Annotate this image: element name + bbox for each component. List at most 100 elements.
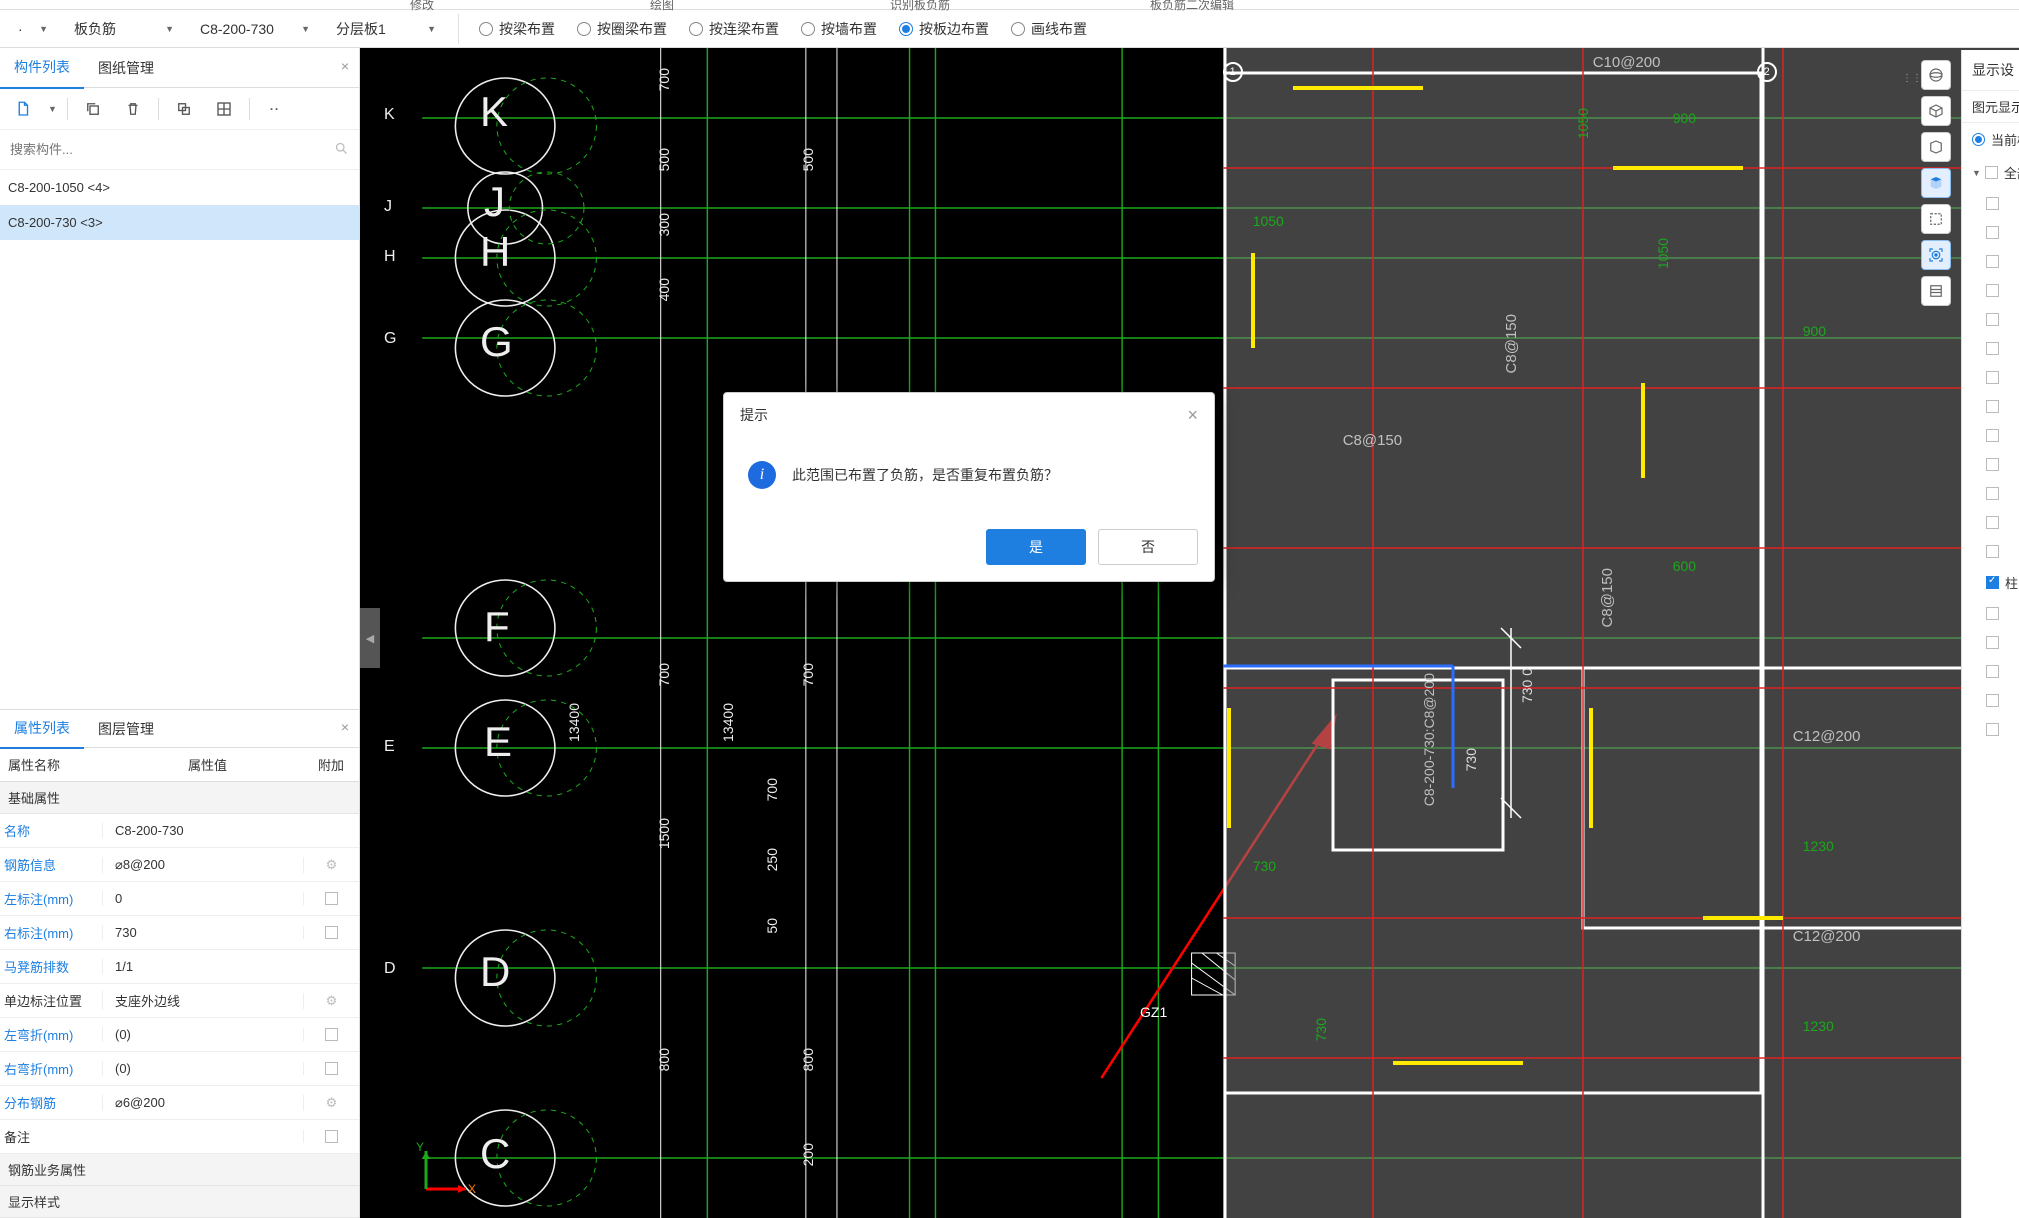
dropdown-layer[interactable]: 分层板1▼	[326, 15, 446, 43]
component-mini-toolbar: ▼ ··	[0, 88, 359, 130]
close-icon[interactable]: ×	[1187, 405, 1198, 426]
display-check-row[interactable]: 柱	[1962, 566, 2019, 599]
prop-row-dist[interactable]: 分布钢筋⌀6@200⚙	[0, 1086, 359, 1120]
new-icon[interactable]	[8, 94, 38, 124]
display-check-row[interactable]	[1962, 715, 2019, 744]
display-check-row[interactable]	[1962, 392, 2019, 421]
checkbox[interactable]	[325, 1028, 338, 1041]
display-check-row[interactable]	[1962, 189, 2019, 218]
layer-copy-icon[interactable]	[169, 94, 199, 124]
view-list-icon[interactable]	[1921, 276, 1951, 306]
icon-dock-handle[interactable]: ⋮⋮	[1907, 66, 1917, 90]
view-fullscreen-icon[interactable]	[1921, 204, 1951, 234]
no-button[interactable]: 否	[1098, 529, 1198, 565]
gear-icon[interactable]: ⚙	[326, 857, 338, 873]
radio-by-beam[interactable]: 按梁布置	[471, 19, 563, 39]
rebar-label: C8@150	[1503, 314, 1520, 373]
property-group-basic[interactable]: 基础属性	[0, 782, 359, 814]
search-box[interactable]	[0, 130, 359, 170]
tab-drawing-mgmt[interactable]: 图纸管理	[84, 48, 168, 88]
col-value: 属性值	[112, 755, 303, 774]
view-box-icon[interactable]	[1921, 132, 1951, 162]
display-check-row[interactable]	[1962, 537, 2019, 566]
component-item-selected[interactable]: C8-200-730 <3>	[0, 205, 359, 240]
prop-row-lbend[interactable]: 左弯折(mm)(0)	[0, 1018, 359, 1052]
display-settings-sub[interactable]: 图元显示	[1962, 90, 2019, 123]
checkbox[interactable]	[325, 926, 338, 939]
cad-canvas[interactable]: K J H G F E D C K J H G E D 700 500 300 …	[360, 48, 2019, 1218]
property-panel: 属性列表 图层管理 × 属性名称 属性值 附加 基础属性 名称C8-200-73…	[0, 709, 359, 1218]
dropdown-spec[interactable]: C8-200-730▼	[190, 17, 320, 41]
radio-draw-line[interactable]: 画线布置	[1003, 19, 1095, 39]
display-check-row[interactable]	[1962, 276, 2019, 305]
dim-label: 730 0	[1519, 668, 1535, 703]
expand-left-button[interactable]: ◀	[360, 608, 380, 668]
prop-row-pos[interactable]: 单边标注位置支座外边线⚙	[0, 984, 359, 1018]
grid-number: 1	[1223, 62, 1243, 82]
prop-row-name[interactable]: 名称C8-200-730	[0, 814, 359, 848]
property-group-display[interactable]: 显示样式	[0, 1186, 359, 1218]
display-check-row[interactable]	[1962, 628, 2019, 657]
view-3d-icon[interactable]	[1921, 96, 1951, 126]
tab-component-list[interactable]: 构件列表	[0, 47, 84, 89]
display-check-row[interactable]	[1962, 218, 2019, 247]
svg-text:Y: Y	[416, 1141, 424, 1154]
display-check-row[interactable]	[1962, 450, 2019, 479]
radio-by-wall[interactable]: 按墙布置	[793, 19, 885, 39]
display-check-row[interactable]	[1962, 479, 2019, 508]
prop-row-rebar[interactable]: 钢筋信息⌀8@200⚙	[0, 848, 359, 882]
new-dropdown-arrow[interactable]: ▼	[48, 104, 57, 114]
prop-tab-close[interactable]: ×	[341, 719, 349, 735]
component-list: C8-200-1050 <4> C8-200-730 <3>	[0, 170, 359, 240]
tab-property-list[interactable]: 属性列表	[0, 709, 84, 749]
display-check-row[interactable]	[1962, 657, 2019, 686]
display-check-row[interactable]	[1962, 508, 2019, 537]
prop-row-right[interactable]: 右标注(mm)730	[0, 916, 359, 950]
checkbox[interactable]	[325, 1062, 338, 1075]
radio-by-ring-beam[interactable]: 按圈梁布置	[569, 19, 675, 39]
display-check-row[interactable]	[1962, 421, 2019, 450]
col-extra: 附加	[303, 755, 359, 774]
prop-row-remark[interactable]: 备注	[0, 1120, 359, 1154]
view-sphere-icon[interactable]	[1921, 60, 1951, 90]
toolbar: ·▼ 板负筋▼ C8-200-730▼ 分层板1▼ 按梁布置 按圈梁布置 按连梁…	[0, 10, 2019, 48]
prop-row-stool[interactable]: 马凳筋排数1/1	[0, 950, 359, 984]
display-check-row[interactable]	[1962, 247, 2019, 276]
component-item[interactable]: C8-200-1050 <4>	[0, 170, 359, 205]
display-check-row[interactable]	[1962, 334, 2019, 363]
yes-button[interactable]: 是	[986, 529, 1086, 565]
property-group-biz[interactable]: 钢筋业务属性	[0, 1154, 359, 1186]
display-check-row[interactable]	[1962, 305, 2019, 334]
prop-row-left[interactable]: 左标注(mm)0	[0, 882, 359, 916]
between-floor-icon[interactable]	[209, 94, 239, 124]
search-icon[interactable]	[334, 141, 349, 159]
prop-row-rbend[interactable]: 右弯折(mm)(0)	[0, 1052, 359, 1086]
copy-icon[interactable]	[78, 94, 108, 124]
more-icon[interactable]: ··	[260, 94, 290, 124]
dialog-message: 此范围已布置了负筋，是否重复布置负筋？	[792, 465, 1058, 485]
checkbox[interactable]	[325, 892, 338, 905]
gear-icon[interactable]: ⚙	[326, 1095, 338, 1111]
view-box-solid-icon[interactable]	[1921, 168, 1951, 198]
tab-layer-mgmt[interactable]: 图层管理	[84, 710, 168, 748]
search-input[interactable]	[10, 142, 334, 157]
display-check-row[interactable]	[1962, 599, 2019, 628]
display-radio-current[interactable]: 当前楼层	[1962, 123, 2019, 156]
radio-by-link-beam[interactable]: 按连梁布置	[681, 19, 787, 39]
delete-icon[interactable]	[118, 94, 148, 124]
gear-icon[interactable]: ⚙	[326, 993, 338, 1009]
display-check-row[interactable]	[1962, 363, 2019, 392]
dropdown-type[interactable]: 板负筋▼	[64, 15, 184, 43]
selection-label: C8-200-730:C8@200	[1421, 673, 1437, 806]
left-panel: 构件列表 图纸管理 × ▼ ··	[0, 48, 360, 1218]
plan-overlay: 1 2 1050 900 1050 900 600 1050 1230 1230…	[1223, 48, 2019, 1218]
tab-close[interactable]: ×	[341, 58, 349, 74]
rebar-label: C12@200	[1793, 928, 1861, 945]
checkbox[interactable]	[325, 1130, 338, 1143]
display-check-row[interactable]	[1962, 686, 2019, 715]
property-header-row: 属性名称 属性值 附加	[0, 748, 359, 782]
view-target-icon[interactable]	[1921, 240, 1951, 270]
display-radio-all[interactable]: ▼全部	[1962, 156, 2019, 189]
radio-by-slab-edge[interactable]: 按板边布置	[891, 19, 997, 39]
dropdown-category[interactable]: ·▼	[8, 17, 58, 41]
